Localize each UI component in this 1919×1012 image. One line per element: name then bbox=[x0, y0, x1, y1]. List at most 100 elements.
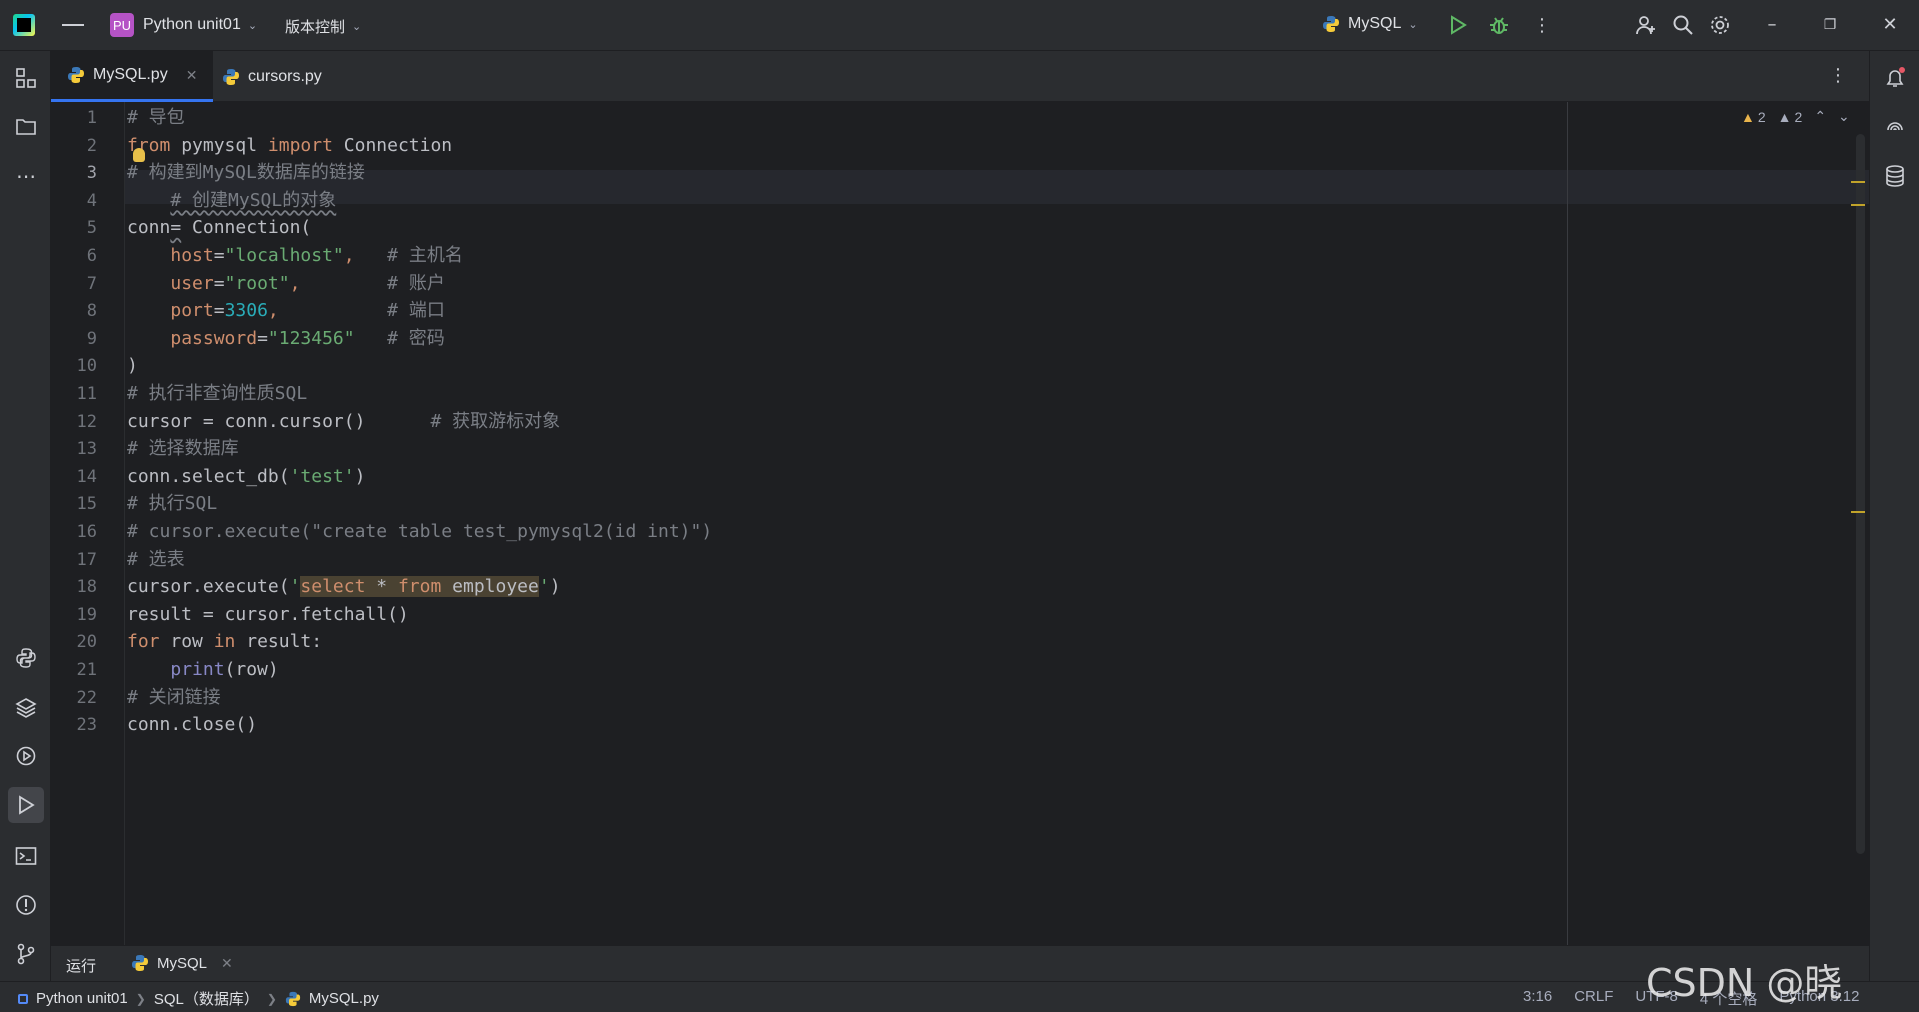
search-icon[interactable] bbox=[1671, 13, 1695, 37]
tab-mysql-py[interactable]: MySQL.py ✕ bbox=[51, 51, 214, 102]
next-highlight-icon[interactable]: ⌄ bbox=[1838, 108, 1850, 125]
code-token: Connection bbox=[332, 134, 453, 156]
tab-options-icon[interactable]: ⋮ bbox=[1829, 65, 1847, 86]
run-tab-mysql[interactable]: MySQL ✕ bbox=[131, 954, 233, 972]
editor-scrollbar[interactable] bbox=[1856, 134, 1865, 854]
vcs-widget[interactable]: 版本控制 ⌄ bbox=[285, 16, 361, 37]
code-token: ) bbox=[354, 465, 366, 487]
warning-stripe-mark[interactable] bbox=[1851, 204, 1865, 206]
code-token: cursor.execute( bbox=[127, 576, 290, 598]
code-token: "root" bbox=[224, 272, 290, 294]
more-tools-icon[interactable]: ⋯ bbox=[13, 163, 39, 189]
code-token: # 选择数据库 bbox=[127, 438, 239, 460]
breadcrumb-item[interactable]: Python unit01 bbox=[36, 990, 128, 1007]
code-token: # 获取游标对象 bbox=[430, 410, 561, 432]
tab-cursors-py[interactable]: cursors.py bbox=[206, 51, 338, 102]
layers-icon[interactable] bbox=[13, 694, 39, 720]
close-run-tab-icon[interactable]: ✕ bbox=[221, 955, 233, 972]
project-widget[interactable]: Python unit01 ⌄ bbox=[143, 16, 257, 34]
problems-icon[interactable] bbox=[13, 892, 39, 918]
left-tool-strip: ⋯ bbox=[0, 51, 51, 981]
warning-stripe-mark[interactable] bbox=[1851, 511, 1865, 513]
main-menu-icon[interactable] bbox=[62, 15, 84, 35]
watermark: CSDN @晓1313 bbox=[1646, 961, 1843, 1012]
inspection-widget[interactable]: ▲ 2 ▲ 2 ⌃ ⌄ bbox=[1741, 108, 1850, 125]
chevron-right-icon: ❯ bbox=[135, 991, 146, 1006]
run-config-selector[interactable]: MySQL ⌄ bbox=[1322, 15, 1418, 33]
code-line[interactable]: conn.close() bbox=[127, 708, 257, 742]
right-tool-strip bbox=[1869, 51, 1919, 981]
code-token: = bbox=[170, 217, 182, 239]
code-token: = bbox=[213, 300, 225, 322]
python-file-icon bbox=[285, 991, 301, 1006]
breadcrumb: Python unit01 ❯ SQL（数据库） ❯ MySQL.py bbox=[18, 988, 379, 1009]
code-editor[interactable]: 1 2 3 4 5 6 7 8 9 10 11 12 13 14 15 16 17 18 19 20 21 22 23 # … bbox=[51, 102, 1869, 945]
more-actions-icon[interactable]: ⋮ bbox=[1530, 13, 1554, 37]
code-token: ) bbox=[127, 355, 138, 377]
notifications-bell-icon[interactable] bbox=[1882, 65, 1908, 91]
code-token: ' bbox=[289, 576, 301, 598]
code-token: # 端口 bbox=[387, 300, 445, 322]
code-token: from bbox=[397, 576, 442, 598]
project-structure-icon[interactable] bbox=[13, 65, 39, 91]
warning-stripe-mark[interactable] bbox=[1851, 181, 1865, 183]
ai-assistant-icon[interactable] bbox=[1882, 114, 1908, 140]
python-console-icon[interactable] bbox=[13, 645, 39, 671]
run-icon[interactable] bbox=[1446, 13, 1470, 37]
weak-warning-count[interactable]: ▲ 2 bbox=[1778, 109, 1803, 125]
python-file-icon bbox=[1323, 16, 1339, 32]
folder-icon[interactable] bbox=[13, 114, 39, 140]
line-separator[interactable]: CRLF bbox=[1574, 988, 1613, 1009]
pycharm-logo-icon[interactable] bbox=[13, 14, 35, 36]
code-token: "localhost" bbox=[224, 245, 344, 266]
vcs-label: 版本控制 bbox=[285, 19, 346, 36]
warning-icon: ▲ bbox=[1741, 108, 1755, 125]
code-line[interactable]: password="123456" # 密码 bbox=[127, 322, 444, 356]
close-window-icon[interactable]: ✕ bbox=[1878, 12, 1902, 36]
project-badge[interactable]: PU bbox=[110, 13, 134, 37]
code-token: user bbox=[170, 272, 214, 294]
code-line[interactable]: # cursor.execute("create table test_pymy… bbox=[127, 515, 712, 549]
code-token: import bbox=[267, 134, 333, 156]
right-margin-guide bbox=[1567, 102, 1568, 945]
line-number-gutter: 1 2 3 4 5 6 7 8 9 10 11 12 13 14 15 16 17 18 19 20 21 22 23 bbox=[51, 102, 125, 945]
minimize-icon[interactable]: – bbox=[1760, 12, 1784, 36]
run-tool-icon[interactable] bbox=[8, 787, 44, 823]
code-token: (row) bbox=[224, 659, 279, 680]
lightbulb-icon[interactable] bbox=[133, 148, 145, 162]
line-number[interactable]: 23 bbox=[51, 708, 97, 742]
code-token: in bbox=[213, 631, 236, 653]
caret-position[interactable]: 3:16 bbox=[1523, 988, 1552, 1009]
debug-icon[interactable] bbox=[1487, 13, 1511, 37]
status-bar: Python unit01 ❯ SQL（数据库） ❯ MySQL.py 3:16… bbox=[0, 981, 1919, 1012]
add-user-icon[interactable] bbox=[1634, 13, 1658, 37]
run-window-title[interactable]: 运行 bbox=[66, 955, 96, 976]
warning-count[interactable]: ▲ 2 bbox=[1741, 109, 1766, 125]
python-file-icon bbox=[132, 955, 148, 971]
code-token: Connection( bbox=[181, 217, 312, 239]
database-icon[interactable] bbox=[1882, 163, 1908, 189]
python-file-icon bbox=[68, 67, 84, 83]
code-token: = bbox=[213, 245, 225, 266]
settings-gear-icon[interactable] bbox=[1708, 13, 1732, 37]
code-token: , bbox=[289, 272, 301, 294]
chevron-down-icon: ⌄ bbox=[247, 19, 258, 32]
services-icon[interactable] bbox=[13, 743, 39, 769]
chevron-right-icon: ❯ bbox=[266, 991, 277, 1006]
code-token: # 导包 bbox=[127, 107, 185, 128]
previous-highlight-icon[interactable]: ⌃ bbox=[1814, 108, 1826, 125]
breadcrumb-item[interactable]: MySQL.py bbox=[309, 990, 379, 1007]
code-token: # 主机名 bbox=[387, 245, 463, 266]
code-token: result = cursor.fetchall() bbox=[127, 603, 409, 625]
tab-label: MySQL.py bbox=[93, 66, 168, 83]
run-config-name: MySQL bbox=[1348, 15, 1402, 32]
git-branch-icon[interactable] bbox=[13, 941, 39, 967]
breadcrumb-item[interactable]: SQL（数据库） bbox=[154, 988, 259, 1009]
restore-icon[interactable]: ❐ bbox=[1818, 13, 1842, 37]
terminal-icon[interactable] bbox=[13, 843, 39, 869]
close-tab-icon[interactable]: ✕ bbox=[186, 67, 198, 84]
code-token: select bbox=[300, 576, 366, 598]
